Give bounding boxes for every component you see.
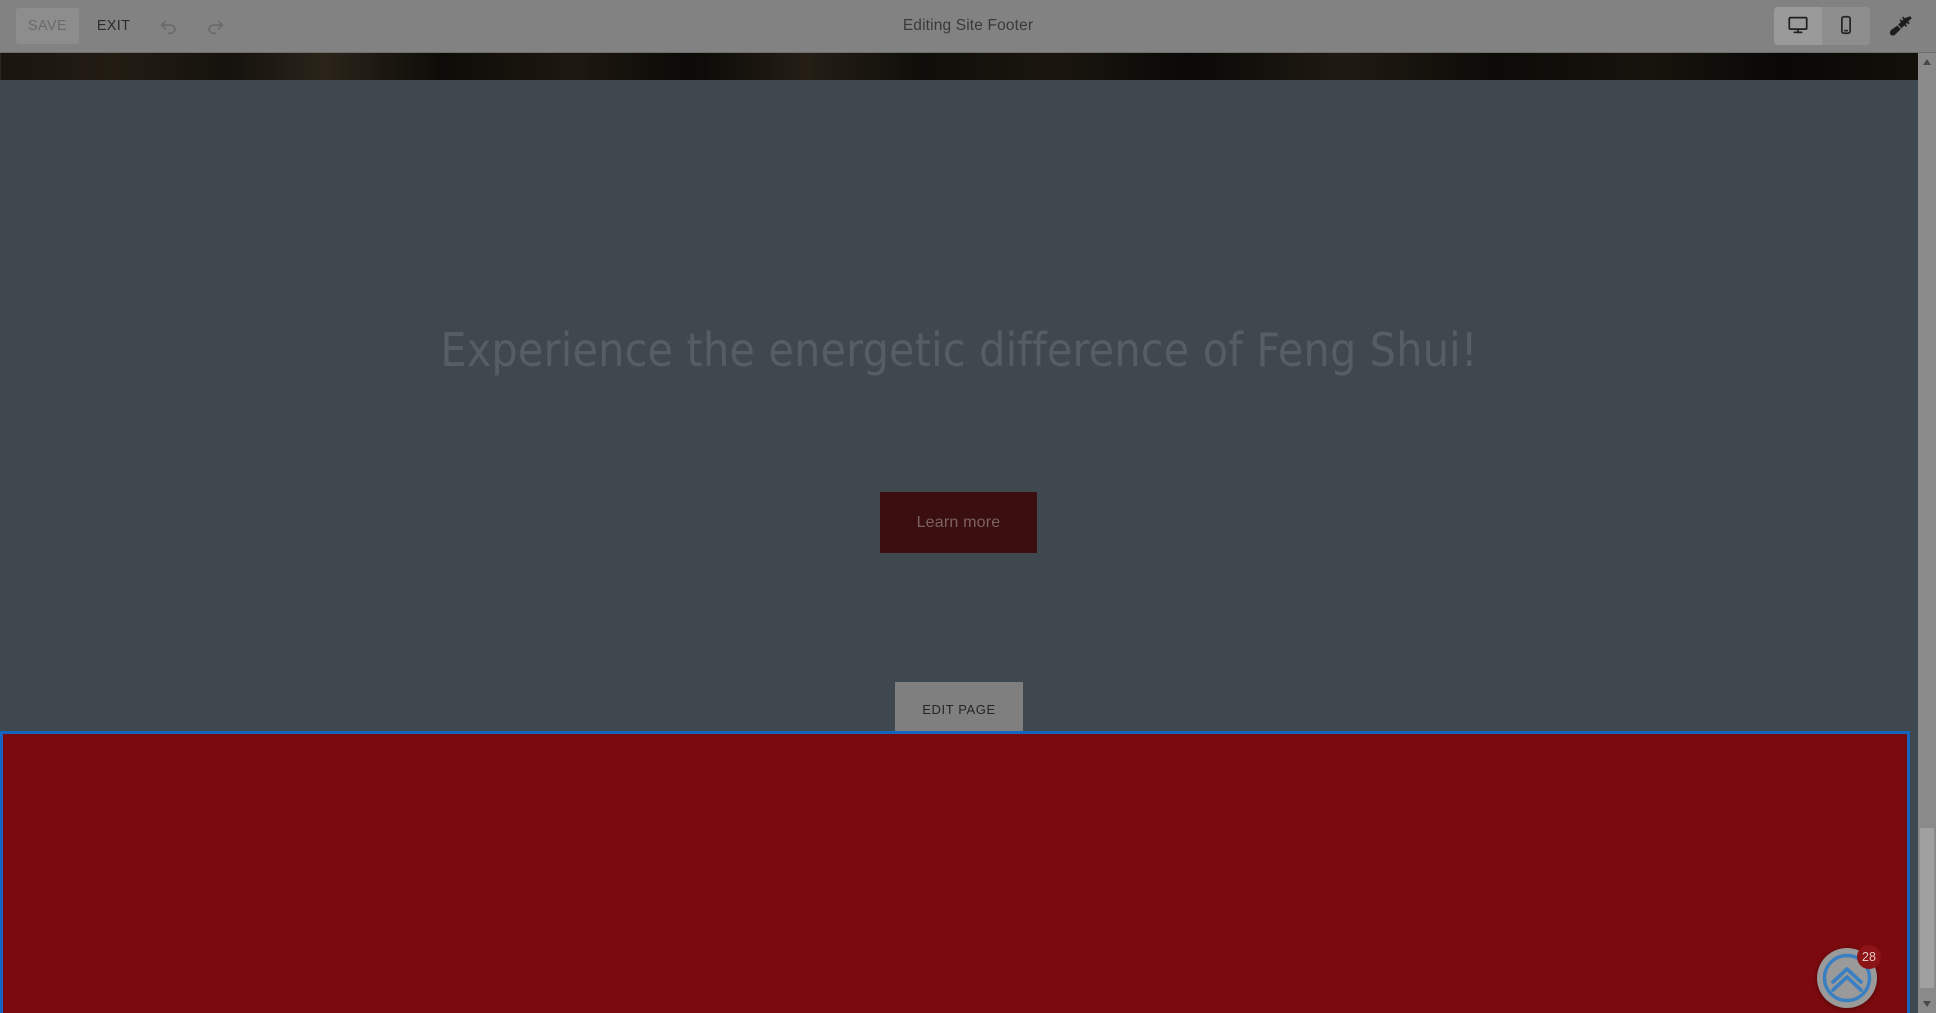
scroll-up-button[interactable] (1918, 53, 1936, 71)
exit-button[interactable]: EXIT (83, 8, 144, 44)
scroll-down-button[interactable] (1918, 995, 1936, 1013)
mobile-preview-button[interactable] (1822, 7, 1870, 45)
mobile-phone-icon (1835, 14, 1857, 39)
scrollbar-thumb[interactable] (1920, 828, 1934, 988)
editor-toolbar: SAVE EXIT Editing Site Footer (0, 0, 1936, 53)
device-preview-toggle (1774, 7, 1870, 45)
desktop-preview-button[interactable] (1774, 7, 1822, 45)
scroll-down-arrow-icon (1922, 995, 1932, 1013)
paintbrush-icon (1888, 13, 1914, 39)
theme-button[interactable] (1880, 7, 1922, 45)
edit-page-button[interactable]: EDIT PAGE (895, 682, 1023, 737)
hero-heading: Experience the energetic difference of F… (440, 323, 1478, 377)
desktop-monitor-icon (1787, 14, 1809, 39)
page-canvas: Experience the energetic difference of F… (0, 53, 1918, 1013)
save-button[interactable]: SAVE (16, 8, 79, 44)
page-scrollbar[interactable] (1918, 53, 1936, 1013)
notification-badge: 28 (1857, 945, 1881, 969)
toolbar-left-group: SAVE EXIT (0, 7, 236, 45)
editor-window: SAVE EXIT Editing Site Footer Experience… (0, 0, 1936, 1013)
toolbar-right-group (1774, 7, 1936, 45)
redo-button[interactable] (194, 7, 236, 45)
floating-action-widget[interactable]: 28 (1817, 945, 1881, 1008)
hero-background-image (0, 53, 1918, 80)
redo-arrow-icon (204, 15, 226, 37)
learn-more-button[interactable]: Learn more (880, 492, 1037, 553)
scroll-up-arrow-icon (1922, 53, 1932, 71)
site-footer-section[interactable]: FENG SHUI About Consultations Connect + (0, 731, 1910, 1013)
editor-title: Editing Site Footer (902, 17, 1034, 34)
undo-button[interactable] (148, 7, 190, 45)
undo-arrow-icon (158, 15, 180, 37)
hero-section: Experience the energetic difference of F… (0, 80, 1918, 737)
